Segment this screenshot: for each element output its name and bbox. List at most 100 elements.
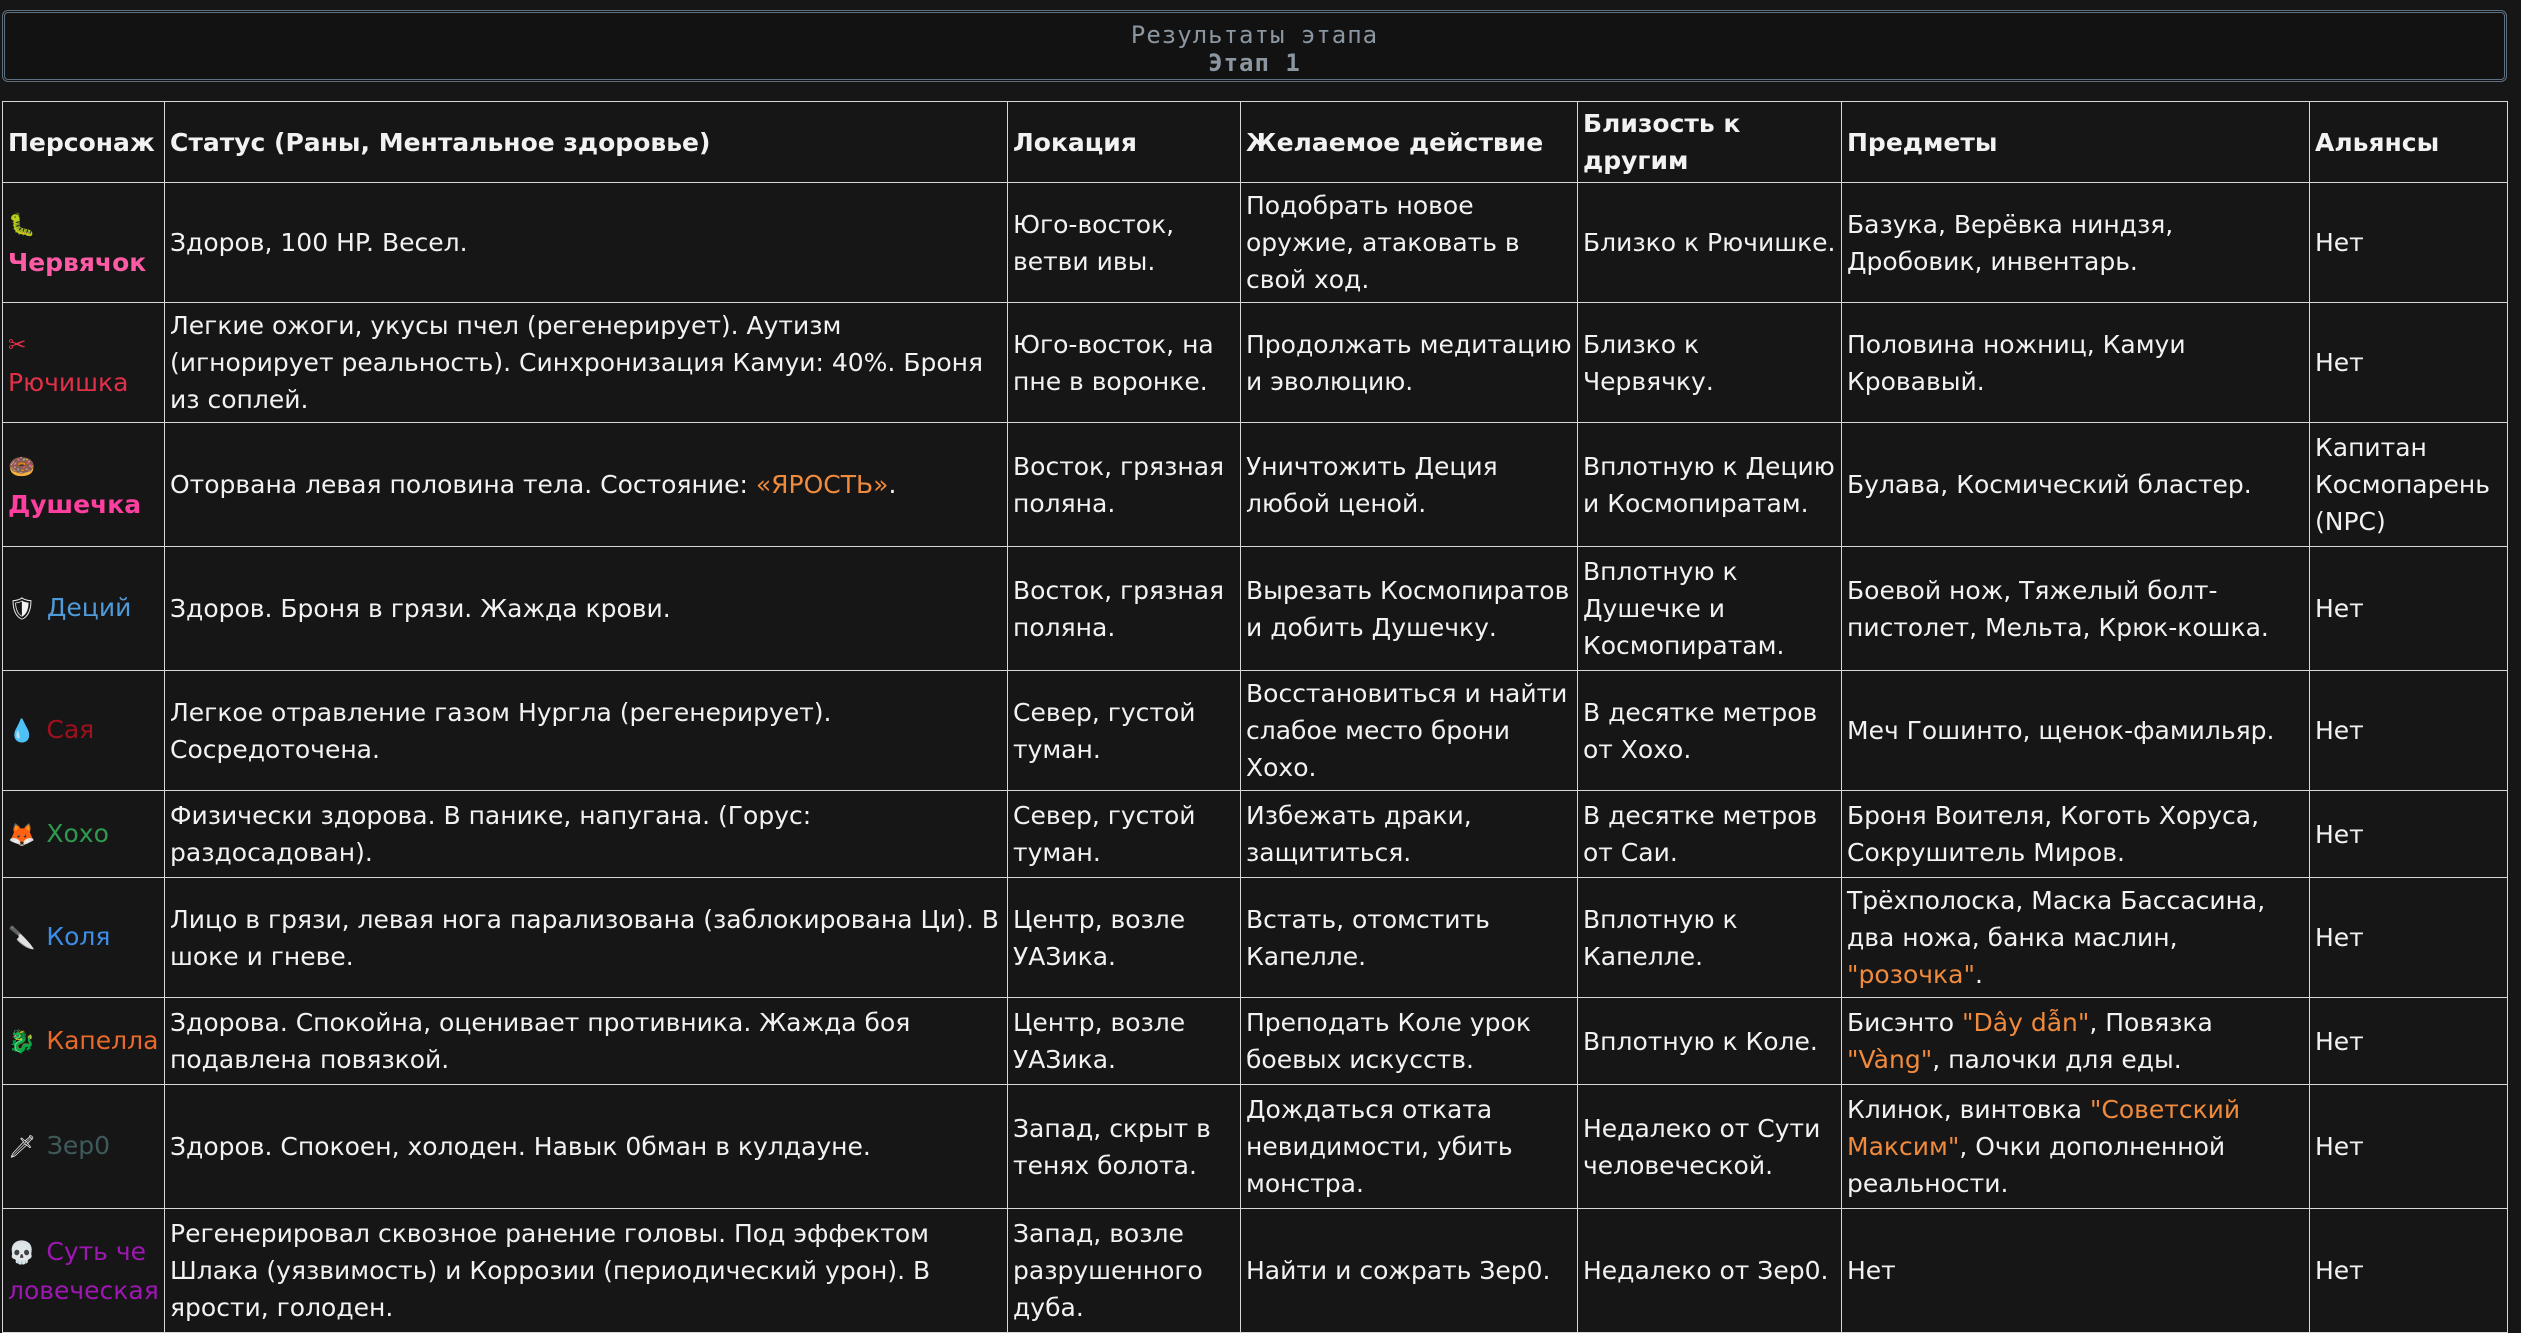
character-cell: 🗡 Зер0 — [2, 1084, 165, 1209]
action-cell: Уничтожить Деция любой ценой. — [1240, 422, 1578, 547]
status-cell: Здоров, 100 HP. Весел. — [164, 182, 1008, 303]
location-cell: Юго-восток, ветви ивы. — [1007, 182, 1241, 303]
alliances-cell: Нет — [2309, 790, 2508, 878]
status-cell: Здоров. Броня в грязи. Жажда крови. — [164, 546, 1008, 671]
column-header-location: Локация — [1007, 101, 1241, 183]
location-cell: Запад, возле разрушенного дуба. — [1007, 1208, 1241, 1333]
character-cell: 🐛 Червячок — [2, 182, 165, 303]
results-table: Персонаж Статус (Раны, Ментальное здоров… — [2, 101, 2508, 1333]
character-cell: 🐉 Капелла — [2, 997, 165, 1085]
fox-icon: 🦊 — [8, 822, 36, 848]
proximity-cell: Недалеко от Сути человеческой. — [1577, 1084, 1842, 1209]
table-row: 🗡 Зер0 Здоров. Спокоен, холоден. Навык 0… — [2, 1084, 2508, 1209]
table-row: ✂ Рючишка Легкие ожоги, укусы пчел (реге… — [2, 302, 2508, 423]
character-name: Червячок — [8, 247, 147, 277]
action-cell: Преподать Коле урок боевых искусств. — [1240, 997, 1578, 1085]
items-text-end: , палочки для еды. — [1932, 1045, 2182, 1074]
alliances-cell: Нет — [2309, 1208, 2508, 1333]
items-cell: Броня Воителя, Коготь Хоруса, Сокрушител… — [1841, 790, 2310, 878]
alliances-cell: Нет — [2309, 302, 2508, 423]
proximity-cell: Близко к Червячку. — [1577, 302, 1842, 423]
table-row: 💧 Сая Легкое отравление газом Нургла (ре… — [2, 670, 2508, 791]
action-cell: Подобрать новое оружие, атаковать в свой… — [1240, 182, 1578, 303]
column-header-action: Желаемое действие — [1240, 101, 1578, 183]
table-row: 🐉 Капелла Здорова. Спокойна, оценивает п… — [2, 997, 2508, 1085]
action-cell: Найти и сожрать Зер0. — [1240, 1208, 1578, 1333]
table-header-row: Персонаж Статус (Раны, Ментальное здоров… — [2, 101, 2508, 183]
status-cell: Здорова. Спокойна, оценивает противника.… — [164, 997, 1008, 1085]
table-row: 🔪 Коля Лицо в грязи, левая нога парализо… — [2, 877, 2508, 998]
proximity-cell: Вплотную к Децию и Космопиратам. — [1577, 422, 1842, 547]
column-header-alliances: Альянсы — [2309, 101, 2508, 183]
character-name: Деций — [46, 593, 132, 622]
column-header-proximity: Близость к другим — [1577, 101, 1842, 183]
action-cell: Встать, отомстить Капелле. — [1240, 877, 1578, 998]
location-cell: Север, густой туман. — [1007, 670, 1241, 791]
location-cell: Восток, грязная поляна. — [1007, 422, 1241, 547]
table-row: 🦊 Хохо Физически здорова. В панике, напу… — [2, 790, 2508, 878]
status-cell: Лицо в грязи, левая нога парализована (з… — [164, 877, 1008, 998]
status-cell: Физически здорова. В панике, напугана. (… — [164, 790, 1008, 878]
character-cell: ✂ Рючишка — [2, 302, 165, 423]
items-highlight: "Dây dẫn" — [1962, 1008, 2090, 1037]
status-cell: Регенерировал сквозное ранение головы. П… — [164, 1208, 1008, 1333]
items-highlight: "Vàng" — [1847, 1045, 1933, 1074]
proximity-cell: Вплотную к Душечке и Космопиратам. — [1577, 546, 1842, 671]
location-cell: Восток, грязная поляна. — [1007, 546, 1241, 671]
location-cell: Север, густой туман. — [1007, 790, 1241, 878]
column-header-status: Статус (Раны, Ментальное здоровье) — [164, 101, 1008, 183]
status-text: Оторвана левая половина тела. Состояние: — [170, 470, 756, 499]
action-cell: Продолжать медитацию и эволюцию. — [1240, 302, 1578, 423]
status-cell: Здоров. Спокоен, холоден. Навык 0бман в … — [164, 1084, 1008, 1209]
items-text-end: . — [1974, 960, 1983, 989]
action-cell: Восстановиться и найти слабое место брон… — [1240, 670, 1578, 791]
shield-icon: 🛡 — [8, 597, 36, 622]
items-cell: Меч Гошинто, щенок-фамильяр. — [1841, 670, 2310, 791]
action-cell: Вырезать Космопиратов и добить Душечку. — [1240, 546, 1578, 671]
character-cell: 💀 Суть человеческая — [2, 1208, 165, 1333]
character-cell: 🍩 Душечка — [2, 422, 165, 547]
items-cell: Половина ножниц, Камуи Кровавый. — [1841, 302, 2310, 423]
character-name: Рючишка — [8, 367, 129, 397]
character-cell: 🛡 Деций — [2, 546, 165, 671]
character-name: Сая — [46, 715, 95, 744]
column-header-items: Предметы — [1841, 101, 2310, 183]
stage-results-header: Результаты этапа Этап 1 — [2, 10, 2507, 82]
items-cell: Боевой нож, Тяжелый болт-пистолет, Мельт… — [1841, 546, 2310, 671]
character-name: Коля — [46, 922, 111, 951]
status-text-end: . — [888, 470, 897, 499]
location-cell: Юго-восток, на пне в воронке. — [1007, 302, 1241, 423]
proximity-cell: Недалеко от Зер0. — [1577, 1208, 1842, 1333]
items-text: , Повязка — [2089, 1008, 2213, 1037]
scissors-icon: ✂ — [8, 332, 27, 358]
alliances-cell: Нет — [2309, 877, 2508, 998]
dragon-icon: 🐉 — [8, 1029, 36, 1055]
knife-icon: 🔪 — [8, 926, 36, 951]
items-cell: Трёхполоска, Маска Бассасина, два ножа, … — [1841, 877, 2310, 998]
table-row: 🍩 Душечка Оторвана левая половина тела. … — [2, 422, 2508, 547]
character-name: Душечка — [8, 489, 142, 519]
location-cell: Центр, возле УАЗика. — [1007, 997, 1241, 1085]
status-cell: Оторвана левая половина тела. Состояние:… — [164, 422, 1008, 547]
alliances-cell: Капитан Космопарень (NPC) — [2309, 422, 2508, 547]
proximity-cell: Близко к Рючишке. — [1577, 182, 1842, 303]
items-cell: Бисэнто "Dây dẫn", Повязка "Vàng", палоч… — [1841, 997, 2310, 1085]
items-text: Трёхполоска, Маска Бассасина, два ножа, … — [1847, 886, 2266, 952]
items-highlight: "розочка" — [1847, 960, 1975, 989]
alliances-cell: Нет — [2309, 997, 2508, 1085]
proximity-cell: В десятке метров от Саи. — [1577, 790, 1842, 878]
action-cell: Избежать драки, защититься. — [1240, 790, 1578, 878]
alliances-cell: Нет — [2309, 546, 2508, 671]
proximity-cell: В десятке метров от Хохо. — [1577, 670, 1842, 791]
location-cell: Центр, возле УАЗика. — [1007, 877, 1241, 998]
character-cell: 💧 Сая — [2, 670, 165, 791]
items-text: Клинок, винтовка — [1847, 1095, 2090, 1124]
character-name: Хохо — [46, 818, 109, 848]
table-row: 🐛 Червячок Здоров, 100 HP. Весел. Юго-во… — [2, 182, 2508, 303]
results-table-wrapper: Персонаж Статус (Раны, Ментальное здоров… — [2, 101, 2508, 1333]
blood-drop-icon: 💧 — [8, 719, 36, 744]
alliances-cell: Нет — [2309, 182, 2508, 303]
header-subtitle: Этап 1 — [1208, 49, 1301, 77]
items-cell: Булава, Космический бластер. — [1841, 422, 2310, 547]
character-name: Капелла — [46, 1025, 159, 1055]
